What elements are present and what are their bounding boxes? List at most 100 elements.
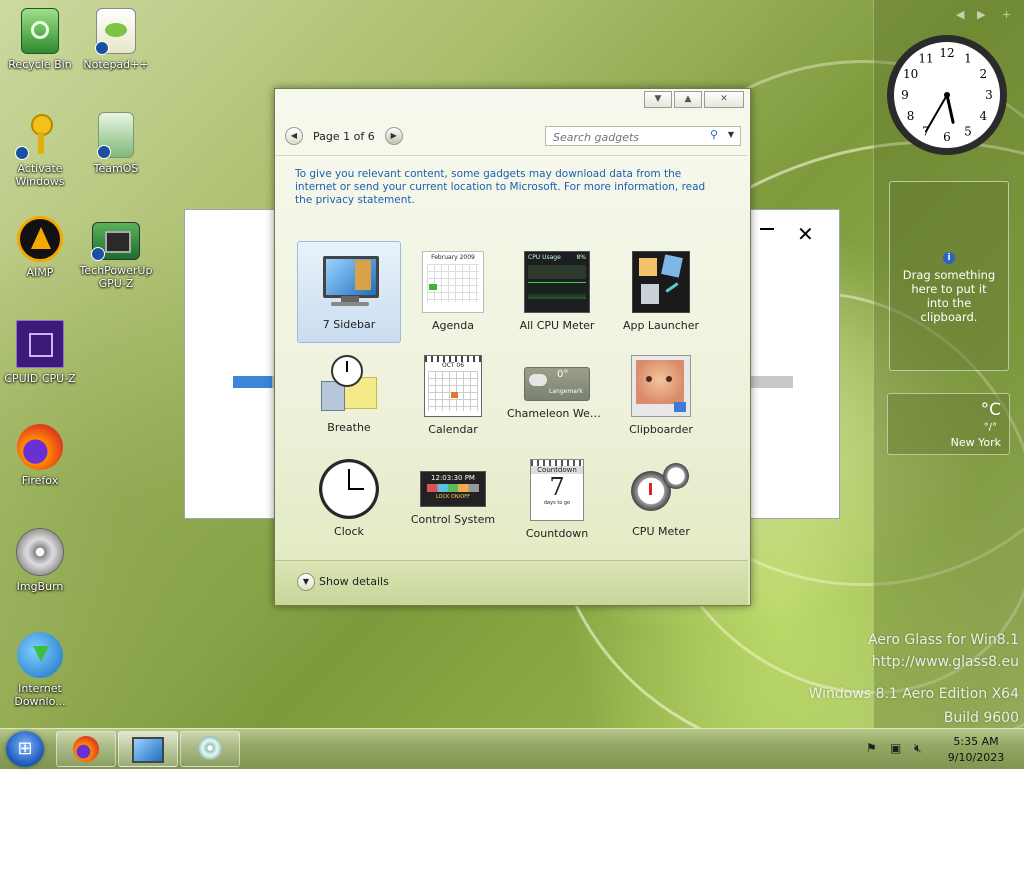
weather-range: °/° [983,422,997,433]
privacy-notice[interactable]: To give you relevant content, some gadge… [295,168,725,207]
desktop-icon-activate-windows[interactable]: Activate Windows [0,112,80,188]
gadget-label: App Launcher [622,319,700,332]
volume-muted-icon[interactable]: 🔇︎ [914,741,922,756]
gadget-breathe[interactable]: Breathe [297,345,401,447]
desktop-icon-notepad-plus-plus[interactable]: Notepad++ [76,8,156,71]
key-icon [15,112,63,160]
next-page-button[interactable]: ▶ [384,127,403,145]
details-bar: ▼ Show details [275,560,748,605]
search-icon[interactable]: ⚲ [710,128,718,141]
clock-number: 9 [901,88,909,102]
window-controls: ▼ ▲ ✕ [642,91,744,108]
desktop-icon-aimp[interactable]: AIMP [0,216,80,279]
gadget-7-sidebar[interactable]: 7 Sidebar [297,241,401,343]
gadget-clipboarder[interactable]: Clipboarder [609,345,713,447]
gadget-calendar[interactable]: OCT 06 Calendar [401,345,505,447]
sidebar-weather-gadget[interactable]: °C °/° New York [887,393,1010,455]
gadget-label: CPU Meter [632,525,690,538]
clock-number: 2 [980,67,988,81]
desktop-icon-cpu-z[interactable]: CPUID CPU-Z [0,320,80,385]
clock-number: 11 [918,52,933,66]
folder-icon [97,112,134,159]
desktop-icon-label: Internet Downlo... [14,682,66,708]
taskbar: ⊞ ⚑ ▣ 🔇︎ 5:35 AM 9/10/2023 [0,728,1024,769]
desktop-icon-teamos[interactable]: TeamOS [76,112,156,175]
taskbar-time: 5:35 AM [953,735,999,748]
taskbar-setup-button[interactable] [180,731,240,767]
countdown-thumb-days: 7 [549,473,565,501]
network-icon[interactable]: ▣ [890,741,901,755]
clock-icon [317,459,381,519]
app-launcher-icon [632,251,690,313]
chevron-down-icon[interactable]: ▼ [297,573,315,591]
gadget-label: Breathe [327,421,371,434]
baby-photo-icon [631,355,691,417]
control-thumb-lock: LOCK ON/OFF [436,494,470,500]
sidebar-clipboard-gadget[interactable]: i Drag something here to put it into the… [889,181,1009,371]
gadget-label: Calendar [428,423,478,436]
gadget-label: Chameleon Weat... [507,407,609,420]
sidebar-previous-icon[interactable]: ◀ [956,8,964,21]
collapse-button[interactable]: ▼ [644,91,672,108]
sidebar-next-icon[interactable]: ▶ [977,8,985,21]
cpu-thumb-percent: 8% [576,254,586,261]
shortcut-badge-icon [95,41,109,55]
cpu-z-icon [16,320,64,368]
gadget-control-system[interactable]: 12:03:30 PM LOCK ON/OFF Control System [401,449,505,551]
cd-setup-icon [198,736,222,760]
gadget-app-launcher[interactable]: App Launcher [609,241,713,343]
cpu-usage-meter-icon: CPU Usage 8% [524,251,590,313]
minimize-button[interactable] [760,228,774,230]
show-details-link[interactable]: Show details [319,575,389,588]
shortcut-badge-icon [97,145,111,159]
gadget-label: All CPU Meter [519,319,595,332]
shortcut-badge-icon [91,247,105,261]
gadget-all-cpu-meter[interactable]: CPU Usage 8% All CPU Meter [505,241,609,343]
internet-download-manager-icon [17,632,63,678]
desktop-icon-label: AIMP [26,266,54,279]
search-input[interactable] [551,127,715,147]
taskbar-firefox-button[interactable] [56,731,116,767]
clipboard-hint: Drag something here to put it into the c… [902,268,996,324]
weather-cloud-icon: 0° Langemark [524,367,590,401]
desktop-icon-label: Firefox [21,474,59,487]
gadget-chameleon-weather[interactable]: 0° Langemark Chameleon Weat... [505,345,609,447]
desktop-icon-imgburn[interactable]: ImgBurn [0,528,80,593]
action-center-flag-icon[interactable]: ⚑ [866,741,877,755]
sidebar-clock-gadget[interactable]: 121234567891011 [885,33,1009,157]
desktop-icon-gpu-z[interactable]: TechPowerUp GPU-Z [76,216,156,290]
alarm-clock-icon [317,355,381,415]
cpu-thumb-title: CPU Usage [528,254,561,261]
gadget-cpu-meter[interactable]: CPU Meter [609,449,713,551]
close-button[interactable]: ✕ [797,224,814,244]
desktop-icon-internet-download-manager[interactable]: Internet Downlo... [0,632,80,708]
desktop-icon-firefox[interactable]: Firefox [0,424,80,487]
taskbar-clock[interactable]: 5:35 AM 9/10/2023 [944,734,1008,766]
chameleon-thumb-temp: 0° [557,369,569,380]
sidebar-add-icon[interactable]: + [1002,8,1011,21]
countdown-thumb-sub: days to go [543,500,571,506]
watermark-line: Windows 8.1 Aero Edition X64 [808,686,1019,702]
gadget-clock[interactable]: Clock [297,449,401,551]
chevron-down-icon[interactable]: ▼ [728,130,734,139]
previous-page-button[interactable]: ◀ [285,127,303,145]
countdown-calendar-icon: Countdown 7 days to go [530,459,584,521]
firefox-icon [73,736,99,762]
weather-temperature: °C [980,400,1001,420]
gadget-label: Agenda [432,319,474,332]
desktop-icon-label: CPUID CPU-Z [4,372,76,385]
control-thumb-time: 12:03:30 PM [431,474,475,482]
page-indicator: Page 1 of 6 [313,129,375,143]
gadget-gallery-icon [132,737,164,763]
close-button[interactable]: ✕ [704,91,744,108]
start-button[interactable]: ⊞ [6,731,44,767]
gadget-countdown[interactable]: Countdown 7 days to go Countdown [505,449,609,551]
watermark-line: Build 9600 [943,710,1019,726]
imgburn-icon [16,528,64,576]
maximize-button[interactable]: ▲ [674,91,702,108]
divider [275,155,748,156]
gadget-agenda[interactable]: February 2009 Agenda [401,241,505,343]
desktop-icon-recycle-bin[interactable]: Recycle Bin [0,8,80,71]
clock-number: 10 [903,67,918,81]
taskbar-gadget-gallery-button[interactable] [118,731,178,767]
